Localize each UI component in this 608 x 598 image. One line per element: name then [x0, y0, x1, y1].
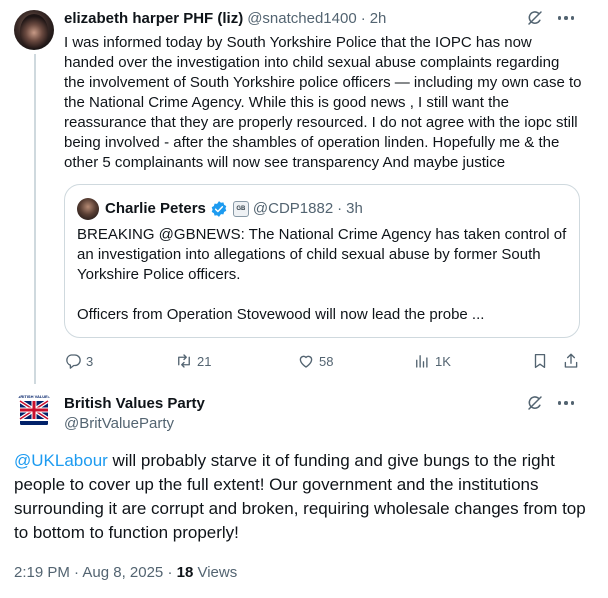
- repost-icon: [178, 354, 190, 368]
- like-button[interactable]: 58: [297, 350, 333, 372]
- mention-link[interactable]: @UKLabour: [14, 451, 108, 470]
- repost-button[interactable]: 21: [175, 350, 211, 372]
- avatar[interactable]: [14, 10, 54, 50]
- tweet-timestamp[interactable]: 2:19 PM · Aug 8, 2025: [14, 564, 163, 581]
- quoted-author-handle: @CDP1882: [252, 200, 334, 217]
- main-tweet: BRITISH VALUES British Values Party @Bri…: [0, 384, 608, 598]
- views-button[interactable]: 1K: [413, 350, 451, 372]
- author-handle[interactable]: @BritValueParty: [64, 414, 174, 434]
- more-options-icon[interactable]: [557, 394, 574, 412]
- verified-badge-icon: [211, 201, 227, 217]
- reply-count: 3: [86, 353, 94, 369]
- heart-icon: [299, 355, 313, 368]
- union-flag-avatar-icon: BRITISH VALUES: [14, 390, 54, 430]
- bookmark-button[interactable]: [531, 350, 549, 372]
- quoted-tweet-time: 3h: [346, 200, 363, 217]
- parent-tweet[interactable]: elizabeth harper PHF (liz) @snatched1400…: [0, 0, 608, 384]
- tweet-action-bar: 3 21 58 1K: [64, 350, 584, 372]
- views-count: 18: [176, 564, 194, 581]
- repost-count: 21: [197, 353, 212, 369]
- quoted-avatar: [77, 198, 99, 220]
- more-options-icon[interactable]: [557, 9, 574, 27]
- reply-icon: [66, 354, 81, 369]
- separator-dot: ·: [360, 10, 366, 27]
- bookmark-icon: [534, 353, 546, 369]
- quoted-tweet[interactable]: Charlie Peters GB @CDP1882 · 3h BREAKING…: [64, 184, 580, 338]
- author-name[interactable]: elizabeth harper PHF (liz): [64, 9, 243, 29]
- tweet-text: @UKLabour will probably starve it of fun…: [14, 449, 589, 545]
- separator-dot: ·: [163, 564, 177, 581]
- thread-connector-line: [34, 54, 36, 384]
- avatar[interactable]: BRITISH VALUES: [14, 390, 54, 430]
- quoted-tweet-text: BREAKING @GBNEWS: The National Crime Age…: [77, 225, 571, 325]
- quoted-tweet-header: Charlie Peters GB @CDP1882 · 3h: [77, 198, 363, 220]
- quoted-paragraph: Officers from Operation Stovewood will n…: [77, 306, 485, 323]
- quoted-paragraph: BREAKING @GBNEWS: The National Crime Age…: [77, 226, 567, 283]
- reply-button[interactable]: 3: [64, 350, 93, 372]
- tweet-header-actions: [526, 9, 574, 27]
- separator-dot: ·: [337, 200, 343, 217]
- affiliate-badge-icon: GB: [232, 201, 249, 217]
- author-handle[interactable]: @snatched1400: [247, 9, 356, 29]
- tweet-header-actions: [526, 394, 574, 412]
- grok-icon[interactable]: [526, 394, 544, 412]
- like-count: 58: [319, 353, 334, 369]
- tweet-time[interactable]: 2h: [370, 9, 387, 29]
- tweet-meta: 2:19 PM · Aug 8, 2025 · 18 Views: [14, 563, 237, 583]
- analytics-icon: [416, 355, 428, 368]
- grok-icon[interactable]: [526, 9, 544, 27]
- quoted-author-name: Charlie Peters: [105, 200, 206, 217]
- share-icon: [564, 353, 578, 368]
- views-count: 1K: [435, 353, 451, 369]
- share-button[interactable]: [562, 350, 580, 372]
- tweet-header: elizabeth harper PHF (liz) @snatched1400…: [64, 9, 386, 29]
- views-label: Views: [193, 564, 238, 581]
- author-name[interactable]: British Values Party: [64, 394, 205, 414]
- tweet-text: I was informed today by South Yorkshire …: [64, 34, 582, 171]
- avatar-banner-text: BRITISH VALUES: [17, 394, 50, 399]
